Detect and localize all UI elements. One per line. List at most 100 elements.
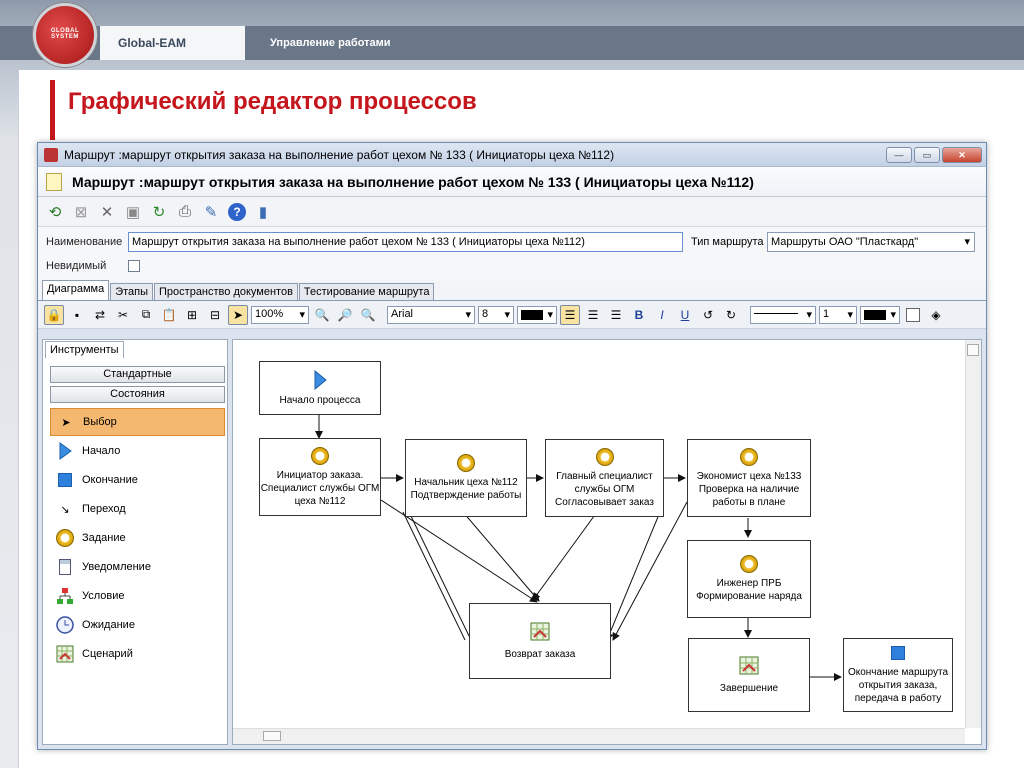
close-button[interactable]: ✕ [942,147,982,163]
tool-label: Окончание [82,474,138,486]
node-label: открытия заказа, [858,679,938,691]
cancel-icon[interactable]: ⊠ [70,201,92,223]
edit-icon[interactable]: ✎ [200,201,222,223]
save-diagram-icon[interactable]: ▪ [67,305,87,325]
bold-icon[interactable]: B [629,305,649,325]
line-width-select[interactable]: 1 [819,305,857,324]
tab-diagram[interactable]: Диаграмма [42,280,110,300]
cut-icon[interactable]: ✂ [113,305,133,325]
font-select[interactable]: Arial [387,305,475,324]
connector[interactable] [605,511,661,641]
delete-icon[interactable]: ✕ [96,201,118,223]
tool-script[interactable]: Сценарий [50,640,225,668]
copy-icon[interactable]: ⧉ [136,305,156,325]
connector[interactable] [408,511,472,641]
tool-end[interactable]: Окончание [50,466,225,494]
slide-tab-global-eam: Global-EAM [100,26,245,60]
node-label: Главный специалист [556,470,653,482]
rotate-left-icon[interactable]: ↺ [698,305,718,325]
task-clock-icon [740,447,758,466]
connector[interactable] [532,511,598,601]
node-main-specialist[interactable]: Главный специалист службы ОГМ Согласовыв… [545,439,664,517]
node-label: цеха №112 [294,495,346,507]
zoom-select[interactable]: 100% [251,305,309,324]
standard-tools-button[interactable]: Стандартные [50,366,225,383]
node-label: Подтверждение работы [410,490,522,501]
tools-tab[interactable]: Инструменты [45,341,124,358]
zoom-fit-icon[interactable]: 🔎 [335,305,355,325]
save-icon[interactable]: ▣ [122,201,144,223]
horizontal-scrollbar[interactable] [233,728,965,744]
tab-documents[interactable]: Пространство документов [154,283,298,300]
rotate-right-icon[interactable]: ↻ [721,305,741,325]
group-icon[interactable]: ⊞ [182,305,202,325]
node-label: работы в плане [712,496,786,508]
node-label: Согласовывает заказ [555,496,654,508]
tool-condition[interactable]: Условие [50,582,225,610]
paste-icon[interactable]: 📋 [159,305,179,325]
vertical-scrollbar[interactable] [965,340,981,728]
node-return-order[interactable]: Возврат заказа [469,603,611,679]
invisible-checkbox[interactable] [128,260,140,272]
window-titlebar: Маршрут :маршрут открытия заказа на выпо… [38,143,986,167]
print-icon[interactable]: ⎙ [174,201,196,223]
align-center-icon[interactable]: ☰ [583,305,603,325]
export-icon[interactable]: ⇄ [90,305,110,325]
node-finish[interactable]: Завершение [688,638,810,712]
node-initiator[interactable]: Инициатор заказа. Специалист службы ОГМ … [259,438,381,516]
line-color-select[interactable] [860,305,900,324]
connector[interactable] [462,511,540,602]
line-style-select[interactable] [750,305,816,324]
route-type-label: Тип маршрута [691,236,764,248]
font-color-select[interactable] [517,305,557,324]
connector[interactable] [402,511,466,641]
tool-task[interactable]: Задание [50,524,225,552]
diagram-canvas[interactable]: Начало процесса Инициатор заказа. Специа… [232,339,982,745]
tab-testing[interactable]: Тестирование маршрута [298,283,435,300]
minimize-button[interactable]: — [886,147,912,163]
route-type-select[interactable]: Маршруты ОАО "Пласткард" [767,232,975,252]
save-close-icon[interactable]: ⟲ [44,201,66,223]
connector[interactable] [612,501,688,641]
node-economist[interactable]: Экономист цеха №133 Проверка на наличие … [687,439,811,517]
underline-icon[interactable]: U [675,305,695,325]
tool-wait[interactable]: Ожидание [50,611,225,639]
font-size-select[interactable]: 8 [478,305,514,324]
transition-arrow-icon: ↘ [60,503,70,516]
exit-icon[interactable]: ▮ [252,201,274,223]
maximize-button[interactable]: ▭ [914,147,940,163]
node-label: Инженер ПРБ [716,578,782,589]
node-engineer[interactable]: Инженер ПРБ Формирование наряда [687,540,811,618]
states-tools-button[interactable]: Состояния [50,386,225,403]
script-icon [739,656,759,674]
tab-stages[interactable]: Этапы [110,283,154,300]
task-clock-icon [457,454,475,472]
tool-start[interactable]: Начало [50,437,225,465]
ungroup-icon[interactable]: ⊟ [205,305,225,325]
app-icon [44,147,58,162]
zoom-out-icon[interactable]: 🔍 [312,305,332,325]
end-icon [56,471,74,489]
italic-icon[interactable]: I [652,305,672,325]
node-end[interactable]: Окончание маршрута открытия заказа, пере… [843,638,953,712]
slide-tab-work-management: Управление работами [270,37,391,49]
lock-icon[interactable]: 🔒 [44,304,64,325]
editor-tabs: Диаграмма Этапы Пространство документов … [38,280,986,301]
fill-color-button[interactable] [903,305,923,325]
zoom-in-icon[interactable]: 🔍 [358,305,378,325]
tool-notification[interactable]: Уведомление [50,553,225,581]
help-icon[interactable]: ? [226,201,248,223]
node-start[interactable]: Начало процесса [259,361,381,415]
pointer-icon[interactable]: ➤ [228,304,248,325]
pointer-tool-icon: ➤ [61,416,71,429]
node-chief[interactable]: Начальник цеха №112 Подтверждение работы [405,439,527,517]
refresh-icon[interactable]: ↻ [148,201,170,223]
align-right-icon[interactable]: ☰ [606,305,626,325]
fill-bucket-icon[interactable]: ◈ [926,305,946,325]
align-left-icon[interactable]: ☰ [560,304,580,325]
route-header: Маршрут :маршрут открытия заказа на выпо… [38,167,986,197]
tool-transition[interactable]: ↘ Переход [50,495,225,523]
logo-text: GLOBAL SYSTEM [50,28,80,40]
tool-select[interactable]: ➤ Выбор [50,408,225,436]
name-input[interactable]: Маршрут открытия заказа на выполнение ра… [128,232,683,252]
